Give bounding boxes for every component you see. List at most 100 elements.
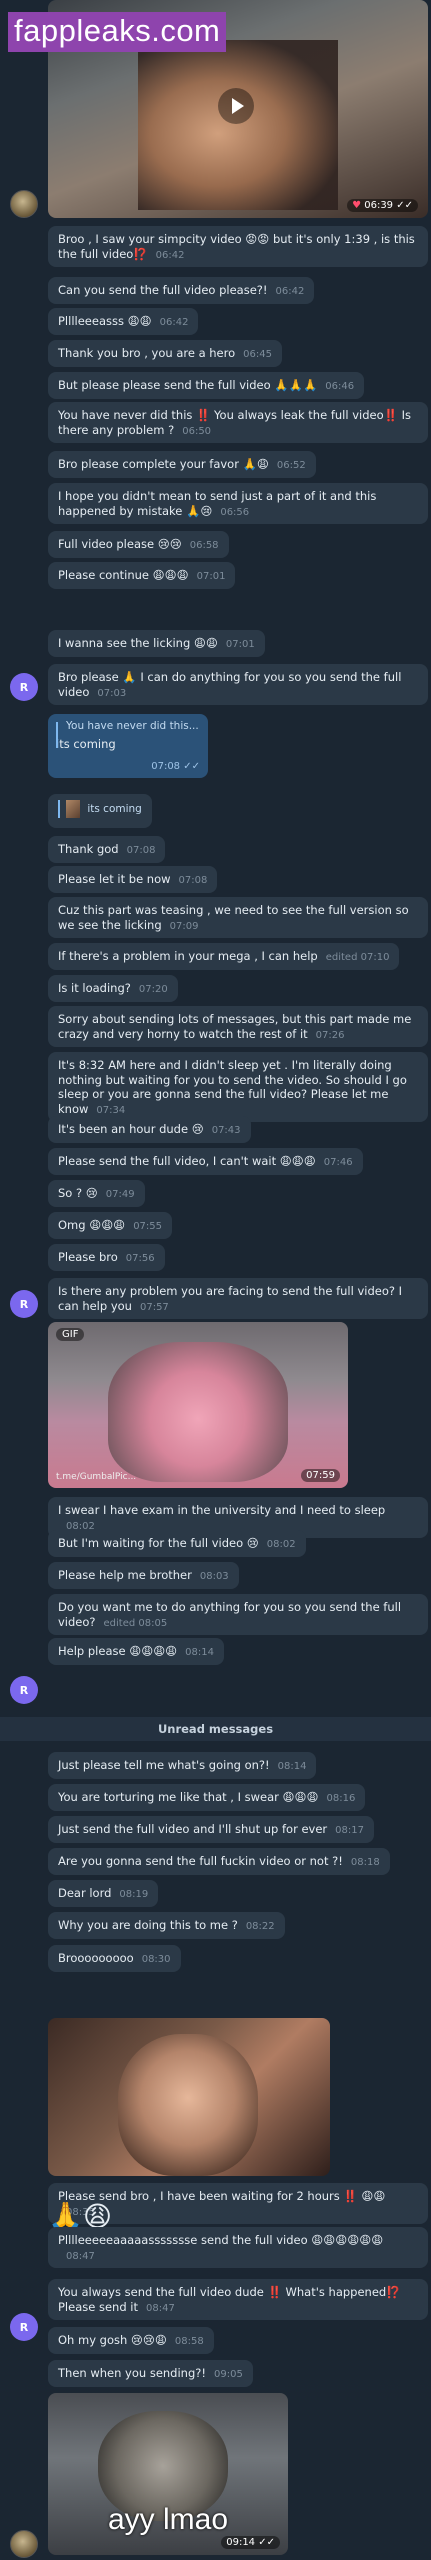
message[interactable]: It's been an hour dude 😢 07:43 <box>48 1116 428 1143</box>
message[interactable]: Omg 😩😩😩 07:55 <box>48 1212 428 1239</box>
gif-message[interactable]: ayy lmao 09:14 ✓✓ <box>48 2393 288 2555</box>
message[interactable]: Do you want me to do anything for you so… <box>48 1594 428 1635</box>
message[interactable]: I wanna see the licking 😩😩 07:01 <box>48 630 428 657</box>
message-bubble[interactable]: Then when you sending?! 09:05 <box>48 2360 253 2387</box>
message-text: Help please 😩😩😩😩 <box>58 1644 178 1658</box>
message[interactable]: Can you send the full video please?! 06:4… <box>48 277 428 304</box>
message-bubble[interactable]: Thank you bro , you are a hero 06:45 <box>48 340 282 367</box>
message[interactable]: Is there any problem you are facing to s… <box>48 1278 428 1319</box>
message[interactable]: It's 8:32 AM here and I didn't sleep yet… <box>48 1052 428 1122</box>
message-bubble[interactable]: You have never did this ‼️ You always le… <box>48 402 428 443</box>
message[interactable]: Sorry about sending lots of messages, bu… <box>48 1006 428 1047</box>
message-bubble[interactable]: Brooooooooo 08:30 <box>48 1945 181 1972</box>
message[interactable]: Thank you bro , you are a hero 06:45 <box>48 340 428 367</box>
avatar[interactable]: R <box>10 2313 38 2341</box>
message-bubble[interactable]: Bro please complete your favor 🙏😩 06:52 <box>48 451 316 478</box>
message-bubble[interactable]: If there's a problem in your mega , I ca… <box>48 943 400 970</box>
message-bubble[interactable]: Omg 😩😩😩 07:55 <box>48 1212 173 1239</box>
message-bubble[interactable]: Bro please 🙏 I can do anything for you s… <box>48 664 428 705</box>
avatar[interactable] <box>10 2530 38 2558</box>
message-bubble[interactable]: Dear lord 08:19 <box>48 1880 159 1907</box>
message-time: 08:58 <box>174 2336 204 2347</box>
message-bubble[interactable]: Oh my gosh 😢😢😩 08:58 <box>48 2327 214 2354</box>
message-bubble[interactable]: But I'm waiting for the full video 😢 08:0… <box>48 1530 306 1557</box>
message-bubble[interactable]: Cuz this part was teasing , we need to s… <box>48 897 428 938</box>
message-bubble[interactable]: I wanna see the licking 😩😩 07:01 <box>48 630 265 657</box>
message-bubble[interactable]: Are you gonna send the full fuckin video… <box>48 1848 390 1875</box>
message-bubble[interactable]: Is it loading? 07:20 <box>48 975 178 1002</box>
message[interactable]: Bro please 🙏 I can do anything for you s… <box>48 664 428 705</box>
message-bubble[interactable]: Just send the full video and I'll shut u… <box>48 1816 374 1843</box>
message-bubble[interactable]: You are torturing me like that , I swear… <box>48 1784 366 1811</box>
message-bubble[interactable]: So ? 😢 07:49 <box>48 1180 145 1207</box>
reply-message[interactable]: You have never did this... its coming 07… <box>48 714 208 778</box>
message[interactable]: Dear lord 08:19 <box>48 1880 428 1907</box>
message-bubble[interactable]: But please please send the full video 🙏🙏… <box>48 372 365 399</box>
message[interactable]: Please bro 07:56 <box>48 1244 428 1271</box>
message[interactable]: Bro please complete your favor 🙏😩 06:52 <box>48 451 428 478</box>
message-bubble[interactable]: Plllleeeeeaaaaassssssse send the full vi… <box>48 2227 428 2268</box>
message[interactable]: But I'm waiting for the full video 😢 08:0… <box>48 1530 428 1557</box>
message-bubble[interactable]: Just please tell me what's going on?! 08:… <box>48 1752 317 1779</box>
message-bubble[interactable]: Is there any problem you are facing to s… <box>48 1278 428 1319</box>
avatar[interactable]: R <box>10 673 38 701</box>
message[interactable]: Is it loading? 07:20 <box>48 975 428 1002</box>
message-time: 07:56 <box>125 1253 155 1264</box>
message-text: Please bro <box>58 1250 118 1264</box>
message[interactable]: Please let it be now 07:08 <box>48 866 428 893</box>
message-bubble[interactable]: Broo , I saw your simpcity video 😡😡 but … <box>48 226 428 267</box>
image-message[interactable] <box>48 2018 330 2176</box>
message[interactable]: Please help me brother 08:03 <box>48 1562 428 1589</box>
message[interactable]: Oh my gosh 😢😢😩 08:58 <box>48 2327 428 2354</box>
message-bubble[interactable]: It's 8:32 AM here and I didn't sleep yet… <box>48 1052 428 1122</box>
message[interactable]: Thank god 07:08 <box>48 836 428 863</box>
avatar[interactable]: R <box>10 1290 38 1318</box>
message[interactable]: Plllleeeasss 😩😩 06:42 <box>48 308 428 335</box>
message[interactable]: Full video please 😢😢 06:58 <box>48 531 428 558</box>
message[interactable]: You are torturing me like that , I swear… <box>48 1784 428 1811</box>
message-bubble[interactable]: Can you send the full video please?! 06:4… <box>48 277 315 304</box>
message-bubble[interactable]: Please bro 07:56 <box>48 1244 165 1271</box>
message[interactable]: I hope you didn't mean to send just a pa… <box>48 483 428 524</box>
message-bubble[interactable]: Full video please 😢😢 06:58 <box>48 531 229 558</box>
message-time: 07:09 <box>169 920 199 932</box>
message-bubble[interactable]: Plllleeeasss 😩😩 06:42 <box>48 308 199 335</box>
message-bubble[interactable]: Do you want me to do anything for you so… <box>48 1594 428 1635</box>
message-bubble[interactable]: Please help me brother 08:03 <box>48 1562 239 1589</box>
message-time: 07:08 <box>178 875 208 886</box>
message[interactable]: You always send the full video dude ‼️ W… <box>48 2279 428 2320</box>
message-bubble[interactable]: I hope you didn't mean to send just a pa… <box>48 483 428 524</box>
message-bubble[interactable]: Please continue 😩😩😩 07:01 <box>48 562 236 589</box>
message[interactable]: Help please 😩😩😩😩 08:14 <box>48 1638 428 1665</box>
message[interactable]: Please continue 😩😩😩 07:01 <box>48 562 428 589</box>
message-bubble[interactable]: Help please 😩😩😩😩 08:14 <box>48 1638 224 1665</box>
message[interactable]: Broo , I saw your simpcity video 😡😡 but … <box>48 226 428 267</box>
message[interactable]: Please send the full video, I can't wait… <box>48 1148 428 1175</box>
message[interactable]: But please please send the full video 🙏🙏… <box>48 372 428 399</box>
message[interactable]: If there's a problem in your mega , I ca… <box>48 943 428 970</box>
message[interactable]: Plllleeeeeaaaaassssssse send the full vi… <box>48 2227 428 2268</box>
play-icon[interactable] <box>218 88 254 124</box>
message-bubble[interactable]: It's been an hour dude 😢 07:43 <box>48 1116 251 1143</box>
message-bubble[interactable]: Why you are doing this to me ? 08:22 <box>48 1912 285 1939</box>
message-text: Please continue 😩😩😩 <box>58 568 189 582</box>
message-bubble[interactable]: Please send the full video, I can't wait… <box>48 1148 363 1175</box>
message[interactable]: Brooooooooo 08:30 <box>48 1945 428 1972</box>
message-bubble[interactable]: Please let it be now 07:08 <box>48 866 218 893</box>
gif-message[interactable]: GIF t.me/GumbalPic... 07:59 <box>48 1322 348 1488</box>
message[interactable]: Then when you sending?! 09:05 <box>48 2360 428 2387</box>
message[interactable]: Just send the full video and I'll shut u… <box>48 1816 428 1843</box>
message[interactable]: its coming <box>48 794 428 828</box>
message[interactable]: Are you gonna send the full fuckin video… <box>48 1848 428 1875</box>
message[interactable]: You have never did this ‼️ You always le… <box>48 402 428 443</box>
message-bubble[interactable]: Thank god 07:08 <box>48 836 166 863</box>
message-bubble[interactable]: You always send the full video dude ‼️ W… <box>48 2279 428 2320</box>
message[interactable]: Cuz this part was teasing , we need to s… <box>48 897 428 938</box>
message[interactable]: Just please tell me what's going on?! 08:… <box>48 1752 428 1779</box>
message[interactable]: Why you are doing this to me ? 08:22 <box>48 1912 428 1939</box>
avatar[interactable] <box>10 190 38 218</box>
message[interactable]: So ? 😢 07:49 <box>48 1180 428 1207</box>
message-time: 08:19 <box>119 1889 149 1900</box>
avatar[interactable]: R <box>10 1676 38 1704</box>
message-bubble[interactable]: Sorry about sending lots of messages, bu… <box>48 1006 428 1047</box>
